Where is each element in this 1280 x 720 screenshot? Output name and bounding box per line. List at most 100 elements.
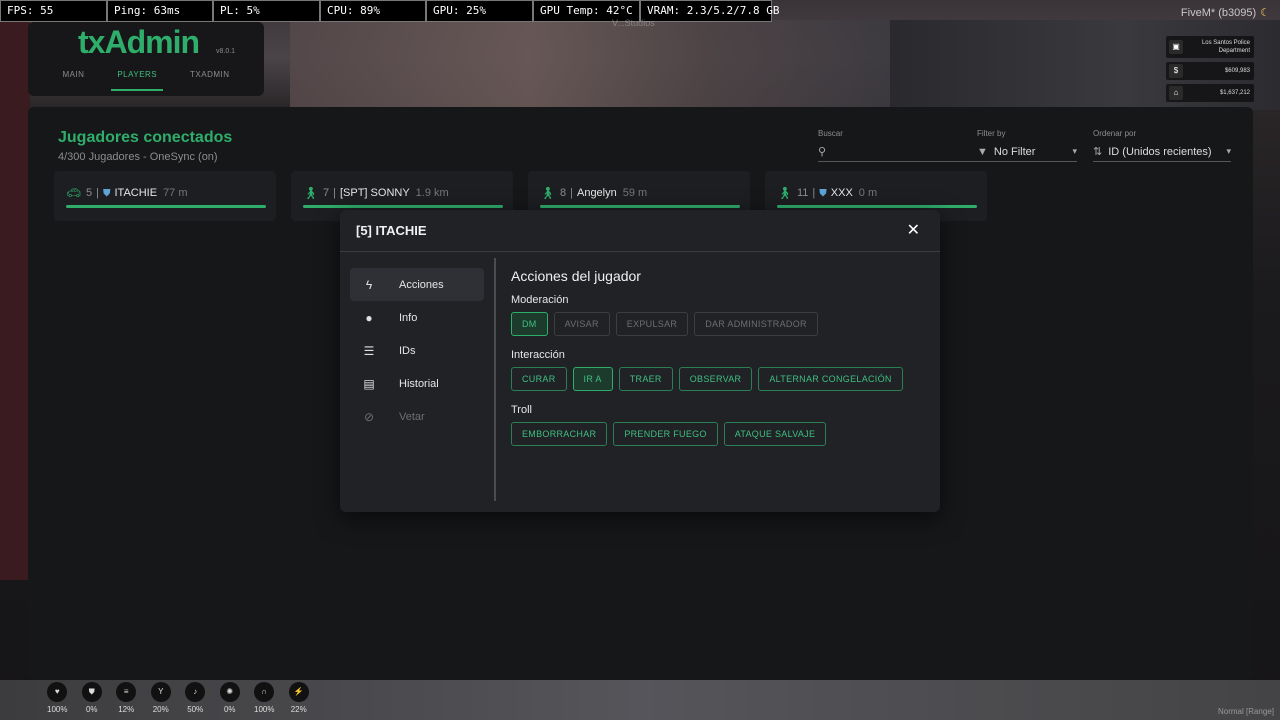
glass-icon: Y	[150, 682, 171, 702]
modal-title: [5] ITACHIE	[356, 223, 427, 238]
status-value: 12%	[118, 705, 135, 714]
player-id: 7	[323, 187, 330, 199]
bank-icon: ⌂	[1169, 86, 1183, 100]
shield-icon: ⛊	[81, 682, 102, 702]
game-background-buildings	[290, 20, 890, 110]
toggle-freeze-button[interactable]: ALTERNAR CONGELACIÓN	[758, 367, 903, 391]
server-tag: FiveM* (b3095) ☾	[1181, 6, 1270, 19]
nav-item-acciones[interactable]: ϟ Acciones	[350, 268, 484, 301]
wild-attack-button[interactable]: ATAQUE SALVAJE	[723, 422, 827, 446]
txadmin-tabs: MAIN PLAYERS TXADMIN	[28, 66, 264, 91]
player-modal: [5] ITACHIE ✕ ϟ Acciones ● Info ☰ IDs ▤ …	[340, 210, 940, 512]
give-admin-button[interactable]: DAR ADMINISTRADOR	[694, 312, 818, 336]
player-name: Angelyn	[576, 187, 617, 199]
walking-icon: 🚶︎	[777, 186, 793, 200]
car-icon: 🚗︎	[66, 186, 82, 200]
filter-select[interactable]: ▼ No Filter ▾	[977, 142, 1077, 162]
armor-status: ⛊ 0%	[75, 682, 110, 714]
status-value: 100%	[254, 705, 275, 714]
voice-status: ♪ 50%	[178, 682, 213, 714]
moderation-buttons: DM AVISAR EXPULSAR DAR ADMINISTRADOR	[511, 312, 931, 336]
nav-item-historial[interactable]: ▤ Historial	[350, 367, 484, 400]
separator: |	[812, 187, 816, 199]
player-id: 5	[86, 187, 93, 199]
kick-button[interactable]: EXPULSAR	[615, 312, 689, 336]
player-health-bar	[303, 205, 503, 208]
lungs-icon: ∩	[254, 682, 275, 702]
bring-button[interactable]: TRAER	[618, 367, 673, 391]
hud-job-label: Los Santos Police Department	[1201, 40, 1250, 54]
heart-icon: ♥	[47, 682, 68, 702]
nav-label: Vetar	[399, 410, 425, 423]
drunk-button[interactable]: EMBORRACHAR	[511, 422, 608, 446]
status-value: 20%	[152, 705, 169, 714]
hud-cash: $ $609,983	[1166, 62, 1254, 80]
player-distance: 59 m	[622, 187, 648, 199]
nav-item-ids[interactable]: ☰ IDs	[350, 334, 484, 367]
panel-title: Jugadores conectados	[58, 129, 233, 146]
nav-label: Historial	[399, 377, 439, 390]
status-value: 22%	[290, 705, 307, 714]
order-select-group: Ordenar por ⇅ ID (Unidos recientes) ▾	[1093, 129, 1231, 162]
player-name: [SPT] SONNY	[339, 187, 410, 199]
txadmin-header: txAdmin v8.0.1 MAIN PLAYERS TXADMIN	[28, 22, 264, 96]
player-card[interactable]: 🚗︎ 5 | ⛊ ITACHIE 77 m	[54, 171, 276, 221]
shield-icon: ⛊	[819, 187, 827, 199]
hud-job: ▣ Los Santos Police Department	[1166, 36, 1254, 58]
search-label: Buscar	[818, 129, 843, 138]
stamina-status: ⚡ 22%	[282, 682, 317, 714]
txadmin-logo: txAdmin	[78, 24, 200, 60]
person-icon: ●	[365, 310, 373, 325]
fps-readout: FPS: 55	[0, 0, 107, 22]
spectate-button[interactable]: OBSERVAR	[678, 367, 753, 391]
chevron-down-icon: ▾	[1226, 146, 1231, 156]
status-value: 0%	[223, 705, 236, 714]
player-name: XXX	[830, 187, 853, 199]
stress-status: ✺ 0%	[213, 682, 248, 714]
nav-item-info[interactable]: ● Info	[350, 301, 484, 334]
panel-subtitle: 4/300 Jugadores - OneSync (on)	[58, 151, 218, 163]
close-icon[interactable]: ✕	[907, 220, 920, 240]
modal-header: [5] ITACHIE ✕	[340, 210, 940, 252]
warn-button[interactable]: AVISAR	[553, 312, 610, 336]
sort-icon: ⇅	[1093, 146, 1103, 158]
order-label: Ordenar por	[1093, 129, 1137, 138]
tab-players[interactable]: PLAYERS	[111, 66, 164, 91]
hunger-status: ≡ 12%	[109, 682, 144, 714]
burger-icon: ≡	[116, 682, 137, 702]
content-title: Acciones del jugador	[511, 268, 641, 284]
dm-button[interactable]: DM	[511, 312, 548, 336]
goto-button[interactable]: IR A	[572, 367, 613, 391]
tab-txadmin[interactable]: TXADMIN	[184, 66, 236, 91]
filter-label: Filter by	[977, 129, 1006, 138]
cpu-readout: CPU: 89%	[320, 0, 426, 22]
player-distance: 77 m	[163, 187, 188, 199]
hud-bank-value: $1,637,212	[1219, 90, 1250, 96]
status-value: 50%	[187, 705, 204, 714]
moon-icon: ☾	[1260, 7, 1270, 19]
order-value: ID (Unidos recientes)	[1108, 145, 1212, 158]
filter-value: No Filter	[993, 145, 1036, 158]
briefcase-icon: ▣	[1169, 40, 1183, 54]
performance-bar: FPS: 55 Ping: 63ms PL: 5% CPU: 89% GPU: …	[0, 0, 779, 22]
status-hud: ♥ 100% ⛊ 0% ≡ 12% Y 20% ♪ 50% ✺ 0% ∩ 100% ⚡ 22%	[40, 682, 316, 714]
player-health-bar	[66, 205, 266, 208]
actions-content: Acciones del jugador Moderación DM AVISA…	[511, 268, 931, 459]
order-select[interactable]: ⇅ ID (Unidos recientes) ▾	[1093, 142, 1231, 162]
nav-item-vetar[interactable]: ⊘ Vetar	[350, 400, 484, 433]
separator: |	[96, 187, 99, 199]
set-fire-button[interactable]: PRENDER FUEGO	[613, 422, 718, 446]
interaction-label: Interacción	[511, 349, 565, 361]
hud-right: ▣ Los Santos Police Department $ $609,98…	[1166, 36, 1254, 106]
hud-cash-value: $609,983	[1224, 68, 1250, 74]
packet-loss-readout: PL: 5%	[213, 0, 320, 22]
filter-select-group: Filter by ▼ No Filter ▾	[977, 129, 1077, 162]
player-id: 11	[797, 187, 809, 199]
heal-button[interactable]: CURAR	[511, 367, 567, 391]
walking-icon: 🚶︎	[303, 186, 319, 200]
search-input[interactable]: ⚲	[818, 142, 990, 162]
nav-label: Info	[399, 311, 418, 324]
status-value: 100%	[47, 705, 68, 714]
tab-main[interactable]: MAIN	[56, 66, 90, 91]
server-build: FiveM* (b3095)	[1180, 7, 1257, 19]
